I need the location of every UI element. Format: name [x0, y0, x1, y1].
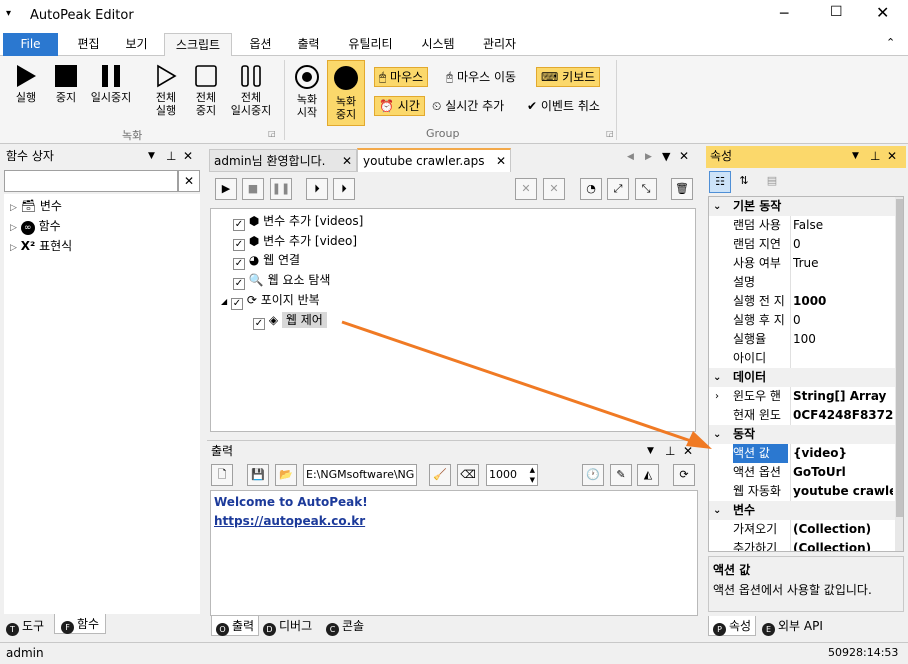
- annotation-arrow: [341, 320, 712, 449]
- status-user: admin: [6, 646, 44, 660]
- status-time: 50928:14:53: [828, 646, 899, 659]
- status-bar: admin 50928:14:53: [0, 642, 908, 664]
